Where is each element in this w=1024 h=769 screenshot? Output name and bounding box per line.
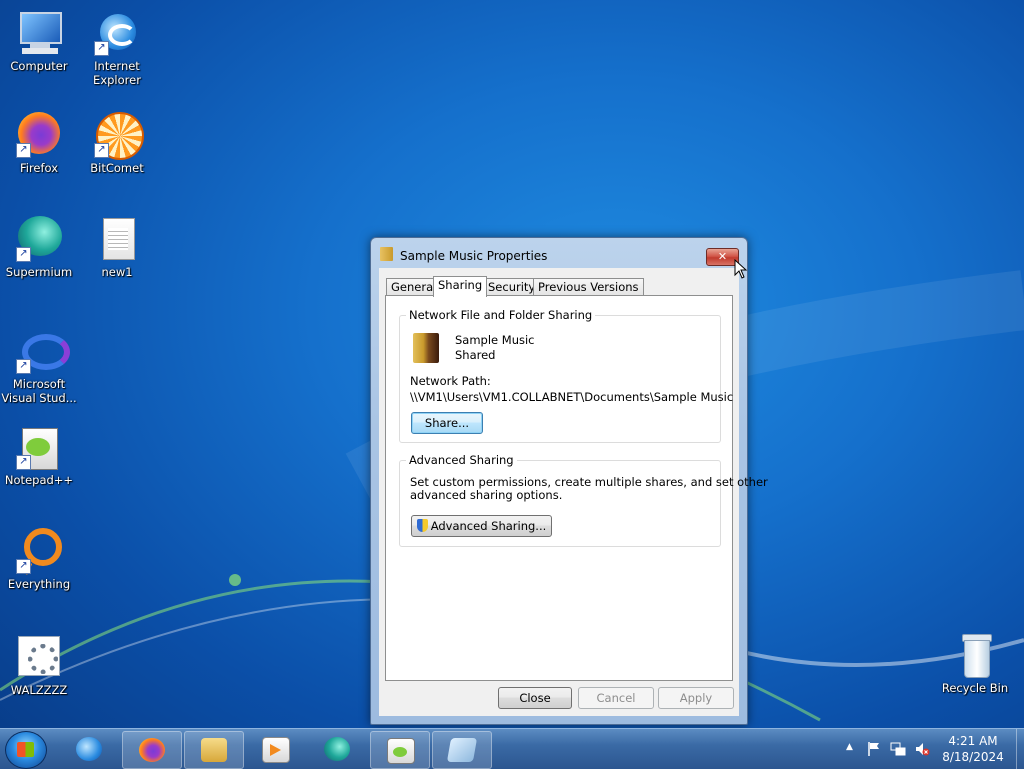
network-icon[interactable] [890,741,906,757]
notepad-plus-plus-icon: ↗ [16,424,62,470]
uac-shield-icon [416,519,428,532]
dialog-client-area: General Sharing Security Previous Versio… [379,268,768,716]
desktop-icon-firefox[interactable]: ↗ Firefox [1,112,77,175]
taskbar-internet-explorer[interactable] [60,731,118,767]
visual-studio-icon: ↗ [16,328,70,374]
show-hidden-icons-arrow[interactable]: ▲ [846,742,853,752]
shared-folder-name: Sample Music [455,333,535,347]
desktop-icon-notepad-plus-plus[interactable]: ↗ Notepad++ [1,424,77,487]
everything-search-icon: ↗ [16,528,62,575]
notepad-window-icon [446,738,478,762]
show-desktop-button[interactable] [1016,729,1024,769]
advanced-sharing-group-title: Advanced Sharing [406,453,517,467]
desktop-icon-walzzzz[interactable]: WALZZZZ [1,634,77,697]
desktop-icon-recycle-bin[interactable]: Recycle Bin [937,632,1013,695]
properties-dialog: Sample Music Properties ✕ General Sharin… [370,237,768,725]
tab-security[interactable]: Security [483,278,541,296]
advanced-sharing-button[interactable]: Advanced Sharing... [411,515,552,537]
desktop-icon-supermium[interactable]: ↗ Supermium [1,216,77,279]
taskbar-notepad-plus-plus[interactable] [370,731,430,769]
start-button[interactable] [5,731,47,769]
windows-logo-icon [17,742,34,757]
notepad-plus-plus-icon [387,738,415,764]
media-player-icon [262,737,290,763]
firefox-icon: ↗ [16,112,62,158]
desktop-icon-everything[interactable]: ↗ Everything [1,528,77,591]
tab-previous-versions[interactable]: Previous Versions [533,278,644,296]
supermium-icon [324,737,350,761]
taskbar-supermium[interactable] [308,731,366,767]
network-sharing-group-title: Network File and Folder Sharing [406,308,596,322]
shared-folder-icon [413,333,439,363]
desktop-icon-bitcomet[interactable]: ↗ BitComet [79,112,155,175]
network-path-label: Network Path: [410,374,491,388]
desktop-icon-computer[interactable]: Computer [1,10,77,73]
title-bar[interactable]: Sample Music Properties ✕ [371,238,747,266]
tab-sharing[interactable]: Sharing [433,276,488,297]
taskbar-windows-explorer[interactable] [184,731,244,769]
window-title: Sample Music Properties [400,249,548,263]
action-center-flag-icon[interactable] [867,741,881,757]
network-sharing-group: Network File and Folder Sharing Sample M… [399,308,733,443]
desktop-icon-new1[interactable]: new1 [79,216,155,279]
settings-gear-icon [16,634,62,680]
internet-explorer-icon [76,737,102,761]
taskbar-firefox[interactable] [122,731,182,769]
advanced-sharing-description-line2: advanced sharing options. [410,488,563,502]
clock-date: 8/18/2024 [942,750,1004,764]
apply-button[interactable]: Apply [658,687,734,709]
bitcomet-icon: ↗ [94,112,144,160]
recycle-bin-icon [952,632,998,678]
share-status: Shared [455,348,496,362]
desktop-icon-visual-studio[interactable]: ↗ Microsoft Visual Stud... [1,328,77,405]
computer-icon [16,10,62,56]
folder-icon [380,247,393,261]
close-button[interactable]: Close [498,687,572,709]
system-tray: ▲ [840,729,930,769]
volume-muted-icon[interactable] [914,741,930,757]
advanced-sharing-description-line1: Set custom permissions, create multiple … [410,475,768,489]
firefox-icon [139,738,165,762]
sharing-tab-panel: Network File and Folder Sharing Sample M… [385,295,768,681]
internet-explorer-icon: ↗ [94,10,140,56]
cancel-button[interactable]: Cancel [578,687,654,709]
share-button[interactable]: Share... [411,412,483,434]
desktop-icon-internet-explorer[interactable]: ↗ Internet Explorer [79,10,155,87]
supermium-icon: ↗ [16,216,62,262]
mouse-cursor [734,259,748,279]
taskbar-notepad-window[interactable] [432,731,492,769]
text-file-icon [94,216,140,262]
advanced-sharing-group: Advanced Sharing Set custom permissions,… [399,453,768,547]
taskbar-media-player[interactable] [246,731,304,767]
windows-explorer-icon [201,738,227,762]
clock-time: 4:21 AM [948,734,998,748]
network-path-value[interactable]: \\VM1\Users\VM1.COLLABNET\Documents\Samp… [410,390,733,404]
clock[interactable]: 4:21 AM 8/18/2024 [930,733,1016,765]
advanced-sharing-button-label: Advanced Sharing... [430,519,547,533]
taskbar: ▲ 4:21 AM 8/18/2024 [0,728,1024,769]
